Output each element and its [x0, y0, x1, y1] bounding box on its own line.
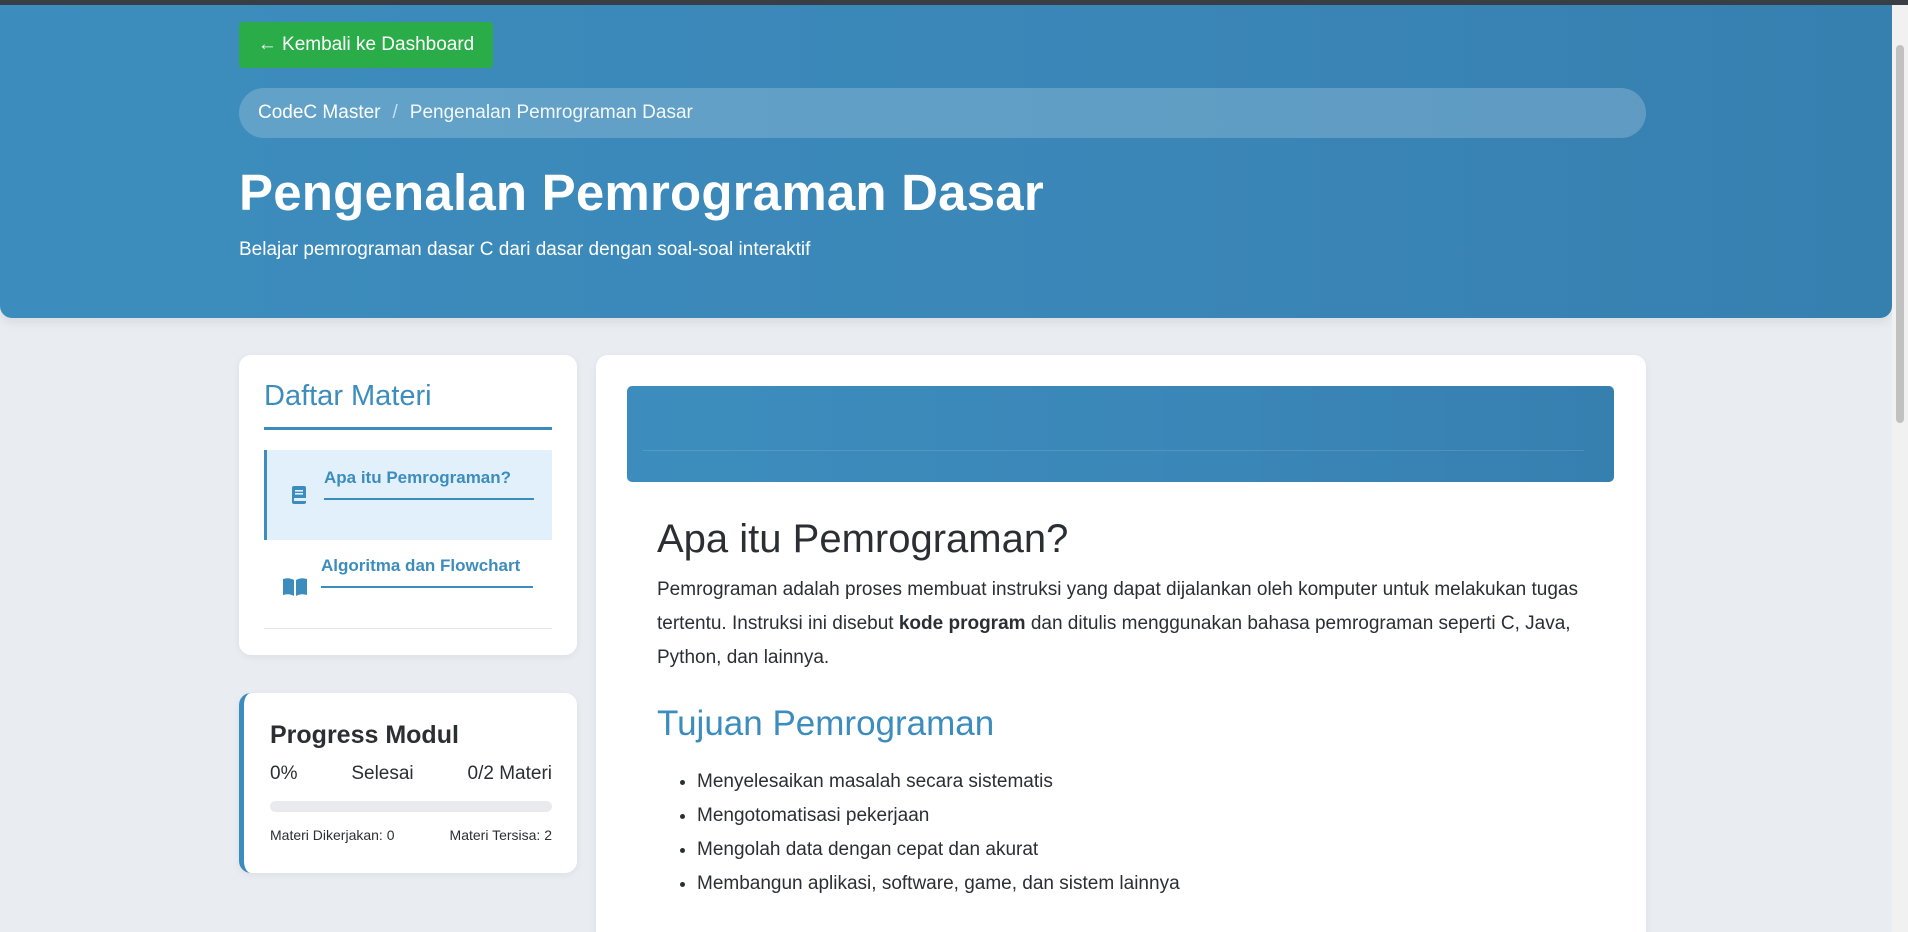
lesson-heading: Apa itu Pemrograman? [657, 517, 1069, 561]
lesson-intro-paragraph: Pemrograman adalah proses membuat instru… [657, 573, 1597, 675]
material-list-title: Daftar Materi [264, 380, 432, 412]
open-book-icon [282, 575, 307, 599]
breadcrumb: CodeC Master / Pengenalan Pemrograman Da… [239, 88, 1646, 138]
list-divider [264, 628, 552, 629]
progress-summary: 0% Selesai 0/2 Materi [270, 763, 552, 785]
lesson-banner [627, 386, 1614, 482]
scrollbar-thumb[interactable] [1896, 45, 1904, 423]
progress-footer: Materi Dikerjakan: 0 Materi Tersisa: 2 [270, 827, 552, 843]
progress-title: Progress Modul [270, 721, 459, 749]
list-item: Menyelesaikan masalah secara sistematis [697, 765, 1180, 799]
page-subtitle: Belajar pemrograman dasar C dari dasar d… [239, 239, 811, 260]
goals-list: Menyelesaikan masalah secara sistematis … [697, 765, 1180, 901]
lesson-content-card: Apa itu Pemrograman? Pemrograman adalah … [596, 355, 1646, 932]
back-to-dashboard-button[interactable]: ← Kembali ke Dashboard [239, 22, 493, 68]
page-title: Pengenalan Pemrograman Dasar [239, 164, 1044, 221]
module-progress-card: Progress Modul 0% Selesai 0/2 Materi Mat… [239, 693, 577, 873]
book-icon [287, 483, 311, 507]
list-item: Mengolah data dengan cepat dan akurat [697, 833, 1180, 867]
lesson-subheading: Tujuan Pemrograman [657, 704, 995, 743]
progress-status: Selesai [351, 763, 414, 784]
materials-remaining: Materi Tersisa: 2 [449, 827, 552, 843]
paragraph-bold-term: kode program [898, 613, 1026, 634]
material-item-label: Apa itu Pemrograman? [324, 468, 534, 500]
progress-bar [270, 801, 552, 812]
list-item: Mengotomatisasi pekerjaan [697, 799, 1180, 833]
breadcrumb-current: Pengenalan Pemrograman Dasar [409, 102, 693, 123]
banner-divider [643, 450, 1584, 451]
page-header: ← Kembali ke Dashboard CodeC Master / Pe… [0, 5, 1892, 318]
breadcrumb-separator: / [392, 102, 398, 123]
materials-done: Materi Dikerjakan: 0 [270, 827, 395, 843]
breadcrumb-root-link[interactable]: CodeC Master [258, 102, 381, 124]
material-item-apa-itu-pemrograman[interactable]: Apa itu Pemrograman? [264, 450, 552, 540]
material-list-card: Daftar Materi Apa itu Pemrograman? Algor… [239, 355, 577, 655]
progress-percent: 0% [270, 763, 298, 784]
list-item: Membangun aplikasi, software, game, dan … [697, 867, 1180, 901]
progress-count: 0/2 Materi [467, 763, 552, 784]
material-item-algoritma-dan-flowchart[interactable]: Algoritma dan Flowchart [264, 542, 552, 632]
material-item-label: Algoritma dan Flowchart [321, 556, 533, 588]
title-underline [264, 427, 552, 430]
